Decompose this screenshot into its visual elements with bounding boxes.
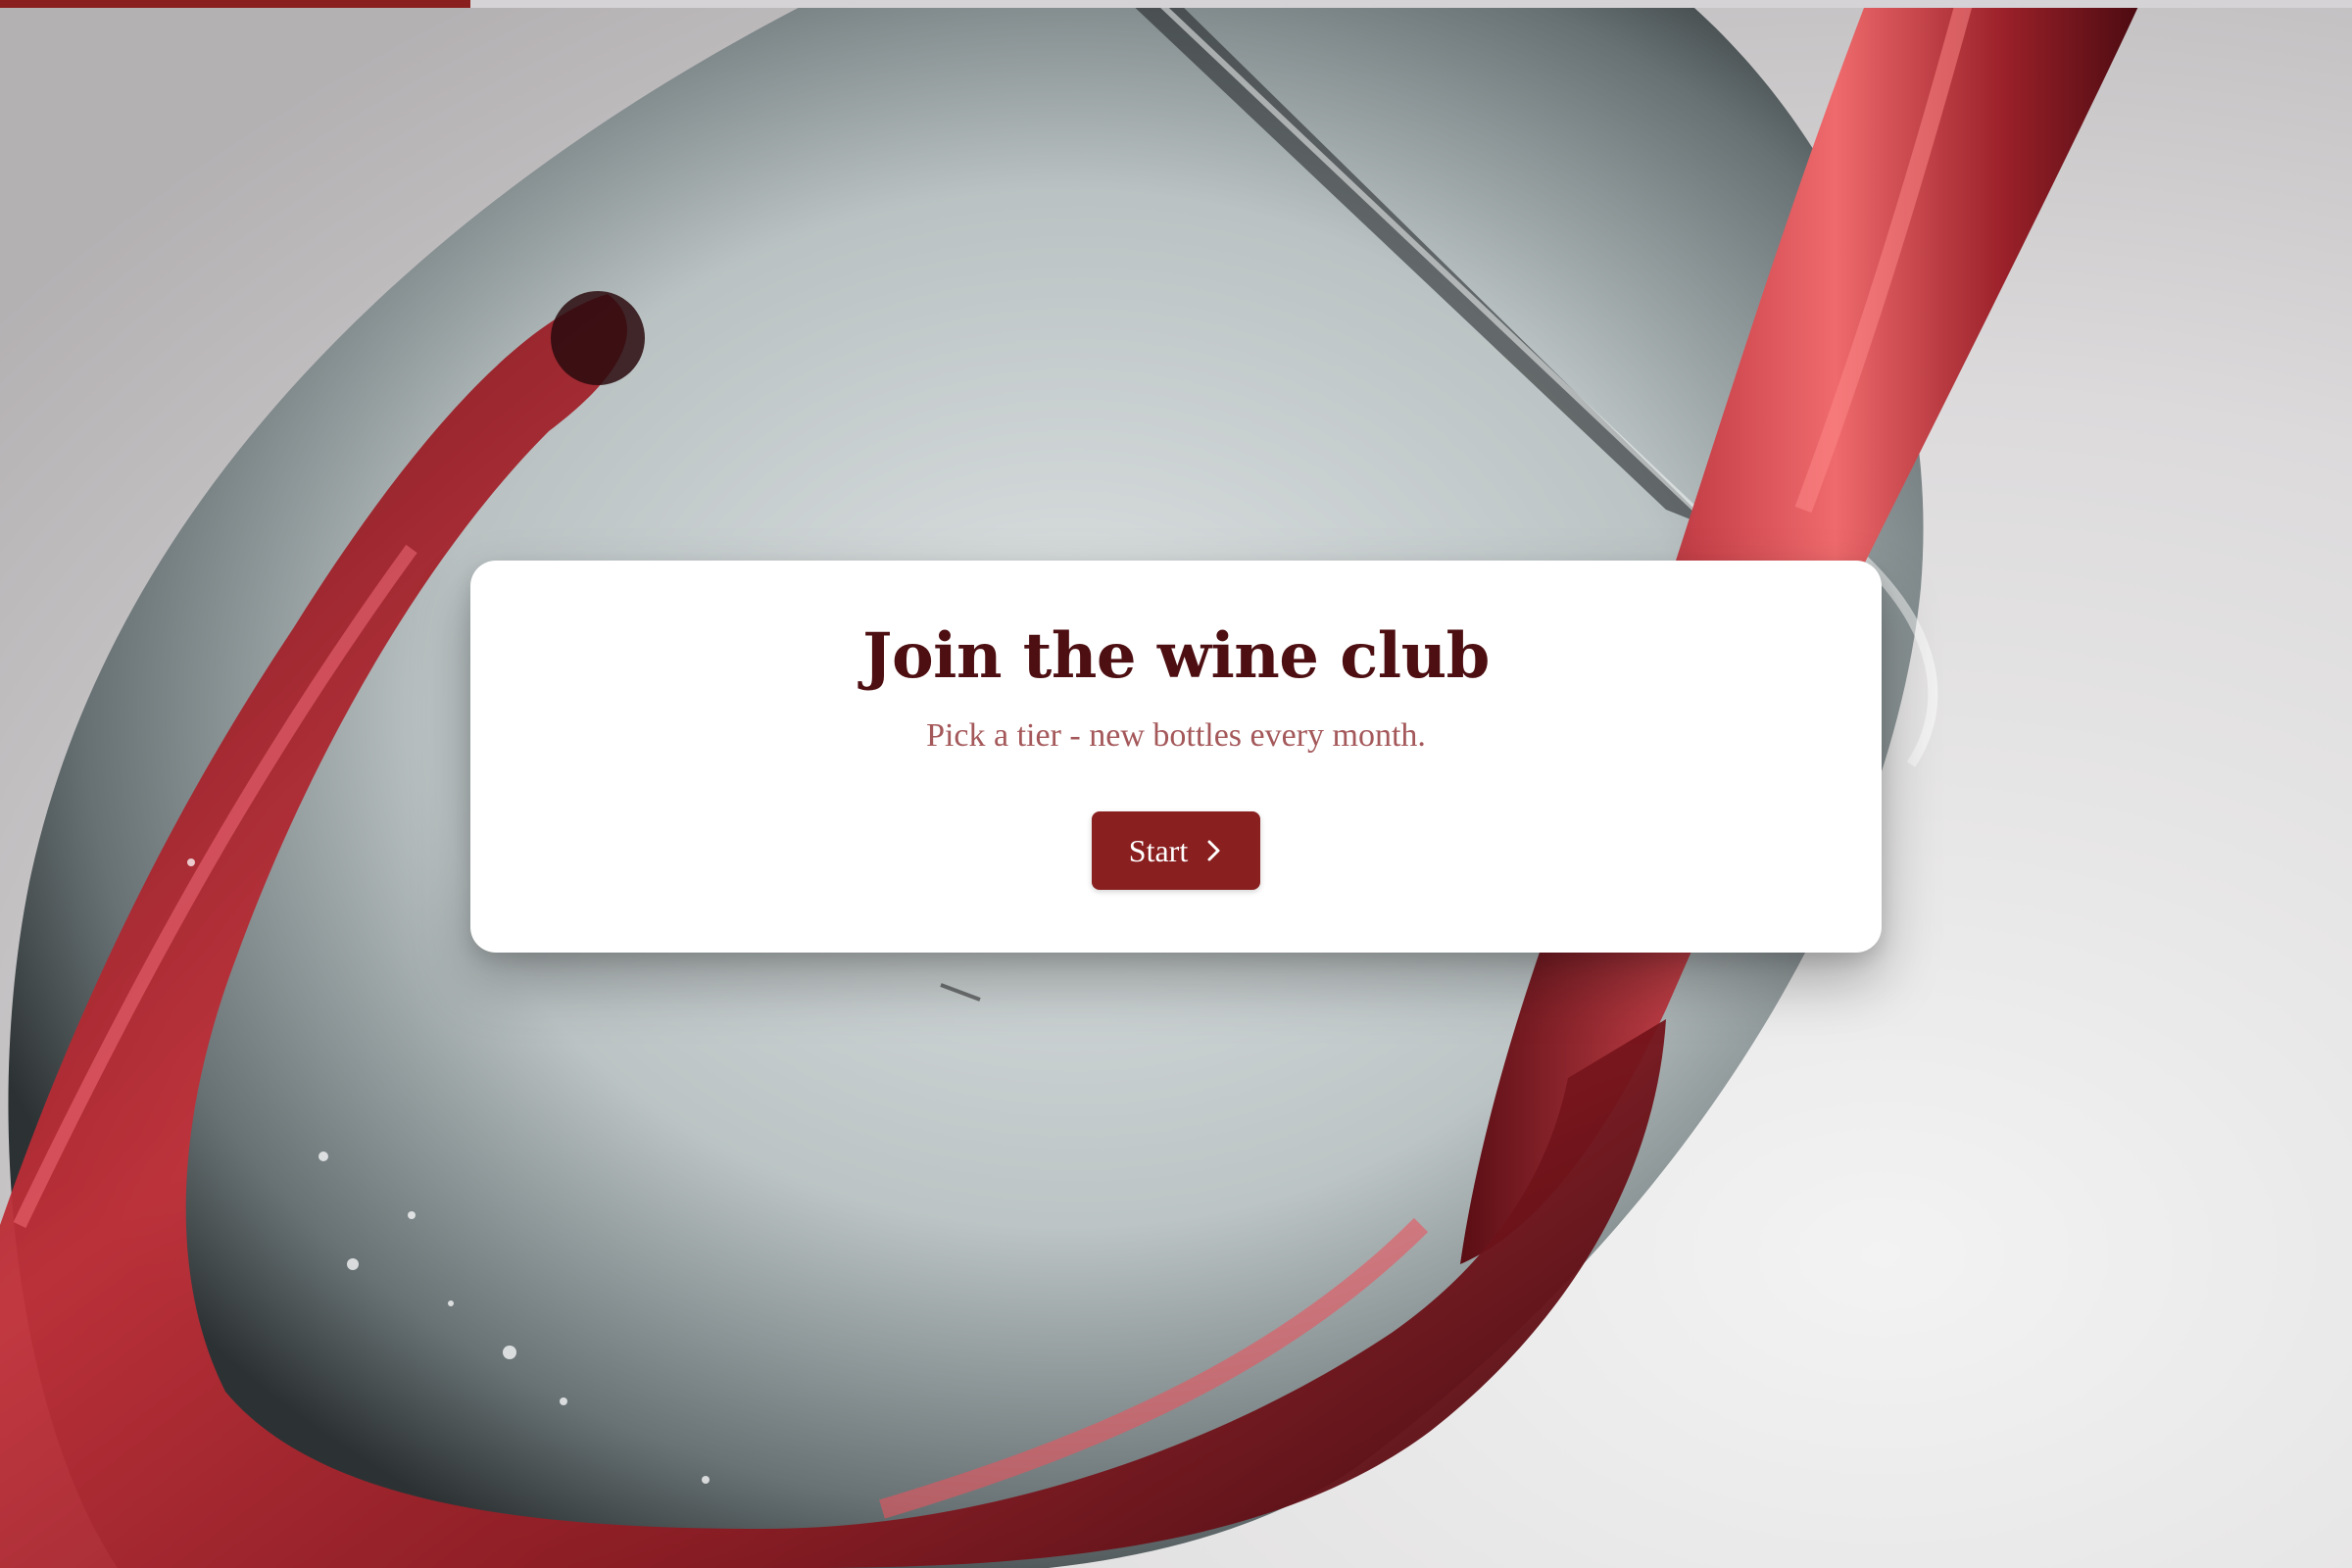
start-button-label: Start (1128, 832, 1189, 868)
chevron-right-icon (1205, 838, 1223, 863)
page-viewport: Join the wine club Pick a tier - new bot… (0, 0, 2352, 1568)
start-button[interactable]: Start (1092, 811, 1260, 890)
progress-bar-fill (0, 0, 470, 8)
card-subtitle: Pick a tier - new bottles every month. (926, 717, 1426, 754)
progress-bar (0, 0, 2352, 8)
welcome-card: Join the wine club Pick a tier - new bot… (470, 561, 1882, 953)
card-title: Join the wine club (862, 619, 1490, 693)
